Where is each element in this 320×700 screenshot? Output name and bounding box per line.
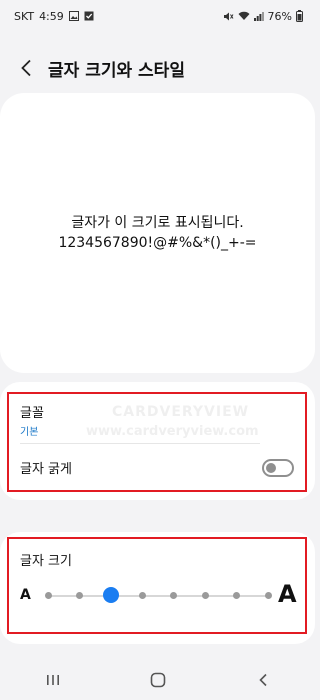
page-title: 글자 크기와 스타일 <box>48 60 185 81</box>
chevron-left-icon <box>21 59 31 77</box>
app-bar: 글자 크기와 스타일 <box>0 48 315 88</box>
mute-icon <box>223 11 234 22</box>
signal-icon <box>253 11 264 21</box>
check-box-icon <box>84 11 94 21</box>
highlight-box-font-settings <box>7 392 307 492</box>
navigation-bar <box>0 660 315 700</box>
home-button[interactable] <box>138 660 178 700</box>
recents-icon <box>46 675 59 685</box>
back-icon <box>258 673 267 687</box>
battery-icon <box>296 10 303 22</box>
clock: 4:59 <box>39 9 64 23</box>
status-bar: SKT 4:59 76% <box>0 0 315 32</box>
preview-card: 글자가 이 크기로 표시됩니다. 1234567890!@#%&*()_+-= <box>0 93 315 373</box>
carrier-label: SKT <box>14 9 35 23</box>
recents-button[interactable] <box>33 660 73 700</box>
image-icon <box>68 11 79 21</box>
preview-text-line-1: 글자가 이 크기로 표시됩니다. <box>71 215 244 231</box>
battery-percent: 76% <box>267 9 292 23</box>
highlight-box-font-size <box>7 537 307 634</box>
wifi-icon <box>238 11 250 21</box>
preview-text-line-2: 1234567890!@#%&*()_+-= <box>58 235 257 251</box>
home-icon <box>150 672 165 688</box>
back-button[interactable] <box>10 52 42 84</box>
nav-back-button[interactable] <box>243 660 283 700</box>
